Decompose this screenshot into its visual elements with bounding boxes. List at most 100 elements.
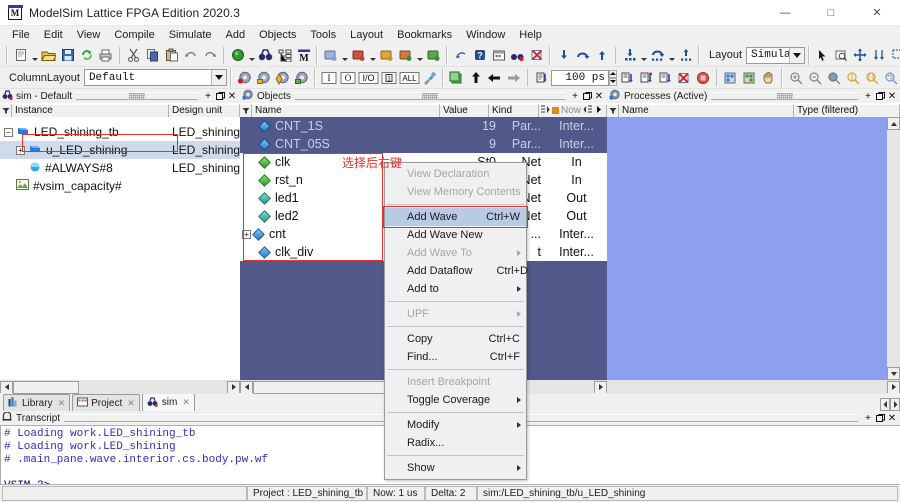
zoom-range-icon[interactable] [862,68,881,87]
scroll-right-icon[interactable] [887,380,900,394]
zoom-out-icon[interactable] [805,68,824,87]
undo-icon[interactable] [181,46,200,65]
continue-run-icon[interactable] [636,68,655,87]
tab-close-icon[interactable]: ✕ [127,398,135,409]
menu-window[interactable]: Window [459,26,512,44]
menu-toggle-coverage[interactable]: Toggle Coverage [385,391,526,409]
modelsim-logo-icon[interactable]: M [294,46,313,65]
run-icon[interactable] [532,68,551,87]
objects-context-menu[interactable]: View Declaration View Memory Contents Ad… [383,162,528,480]
filter-inout-button[interactable]: I/O [357,68,379,87]
objects-col-name[interactable]: Name [252,103,440,118]
zoom-cursor-icon[interactable] [843,68,862,87]
menu-tools[interactable]: Tools [303,26,343,44]
objects-filter-lock-icon[interactable] [254,68,273,87]
objects-filter-warn-icon[interactable] [273,68,292,87]
list-window-icon[interactable] [396,46,415,65]
filter-internal-button[interactable]: 1 [379,68,398,87]
objects-filter-ok-icon[interactable] [292,68,311,87]
step-into-all-dropdown-icon[interactable] [639,46,648,65]
menu-help[interactable]: Help [512,26,549,44]
compile-dropdown-icon[interactable] [247,46,256,65]
tab-nav[interactable] [880,398,900,411]
expander-icon[interactable]: + [16,145,25,155]
print-icon[interactable] [96,46,115,65]
menu-radix[interactable]: Radix... [385,434,526,452]
columnlayout-combo[interactable]: Default [83,69,227,86]
dataflow-window-icon[interactable] [377,46,396,65]
objects-filter-icon[interactable] [240,103,252,118]
menu-add-wave-new[interactable]: Add Wave New [385,226,526,244]
reload-icon[interactable] [77,46,96,65]
step-into-icon[interactable] [554,46,573,65]
scroll-left-icon[interactable] [240,380,253,394]
scroll-left-icon[interactable] [0,380,13,394]
menu-find[interactable]: Find... Ctrl+F [385,348,526,366]
filter-output-button[interactable]: O [338,68,357,87]
tab-project[interactable]: Project ✕ [72,394,140,411]
help-question-icon[interactable]: ? [470,46,489,65]
sim-hscrollbar[interactable] [0,380,240,394]
filter-input-button[interactable]: I [319,68,338,87]
step-out-all-icon[interactable] [676,46,695,65]
breakpoint-icon[interactable] [508,46,527,65]
step-out-icon[interactable] [592,46,611,65]
maximize-button[interactable]: □ [808,0,854,26]
zoom-region-icon[interactable] [889,46,900,65]
zoom-full-icon[interactable] [824,68,843,87]
scroll-right-icon[interactable] [227,380,240,394]
sim-pane-undock-button[interactable] [214,90,226,102]
run-up-icon[interactable] [466,68,485,87]
expand-columns-icon[interactable] [540,105,550,117]
tree-row[interactable]: − LED_shining_tb LED_shining [0,123,240,141]
tab-close-icon[interactable]: ✕ [58,398,66,409]
filter-all-button[interactable]: ALL [398,68,420,87]
collapse-columns-icon[interactable] [583,105,593,117]
step-over-icon[interactable] [573,46,592,65]
processes-vscrollbar[interactable] [887,117,900,380]
tree-row[interactable]: + u_LED_shining LED_shining [0,141,240,159]
wave-dropdown-icon[interactable] [368,46,377,65]
menu-bookmarks[interactable]: Bookmarks [390,26,459,44]
bookmark-calendar-icon[interactable] [489,46,508,65]
transcript-close-button[interactable]: ✕ [886,412,898,424]
run-all-icon[interactable] [655,68,674,87]
delete-breakpoints-icon[interactable] [527,46,546,65]
menu-show[interactable]: Show [385,459,526,477]
object-row[interactable]: CNT_05S 9 Par... Inter... [240,135,607,153]
break-icon[interactable] [674,68,693,87]
sim-pane-add-button[interactable]: + [202,90,214,102]
tree-row[interactable]: #ALWAYS#8 LED_shining [0,159,240,177]
objects-pane-add-button[interactable]: + [569,90,581,102]
sim-tree[interactable]: − LED_shining_tb LED_shining + u_LED_shi… [0,117,240,380]
objects-pane-grip[interactable] [294,92,565,100]
run-forward-icon[interactable] [504,68,523,87]
menu-compile[interactable]: Compile [107,26,161,44]
save-icon[interactable] [58,46,77,65]
menu-add-wave[interactable]: Add Wave Ctrl+W [385,208,526,226]
add-objects-filter-icon[interactable] [235,68,254,87]
processes-filter-icon[interactable] [607,103,619,118]
sim-hscroll-track[interactable] [13,380,227,394]
objects-pane-close-button[interactable]: ✕ [593,90,605,102]
objects-col-value[interactable]: Value [440,103,489,118]
menu-add[interactable]: Add [219,26,253,44]
processes-pane-add-button[interactable]: + [862,90,874,102]
menu-file[interactable]: File [5,26,37,44]
run-length-button-icon[interactable] [617,68,636,87]
object-row[interactable]: CNT_1S 19 Par... Inter... [240,117,607,135]
expander-icon[interactable]: + [242,229,251,239]
pan-hand-icon[interactable] [759,68,778,87]
list-dropdown-icon[interactable] [415,46,424,65]
simulate-design-icon[interactable] [321,46,340,65]
processes-col-type[interactable]: Type (filtered) [794,103,900,118]
coverage-icon[interactable] [451,46,470,65]
zoom-in-icon[interactable] [786,68,805,87]
transcript-undock-button[interactable] [874,412,886,424]
processes-hscrollbar[interactable] [607,380,900,394]
coverage-report-icon[interactable] [740,68,759,87]
restart-icon[interactable] [447,68,466,87]
step-into-all-icon[interactable] [620,46,639,65]
run-back-icon[interactable] [485,68,504,87]
tab-next-icon[interactable] [890,398,900,411]
